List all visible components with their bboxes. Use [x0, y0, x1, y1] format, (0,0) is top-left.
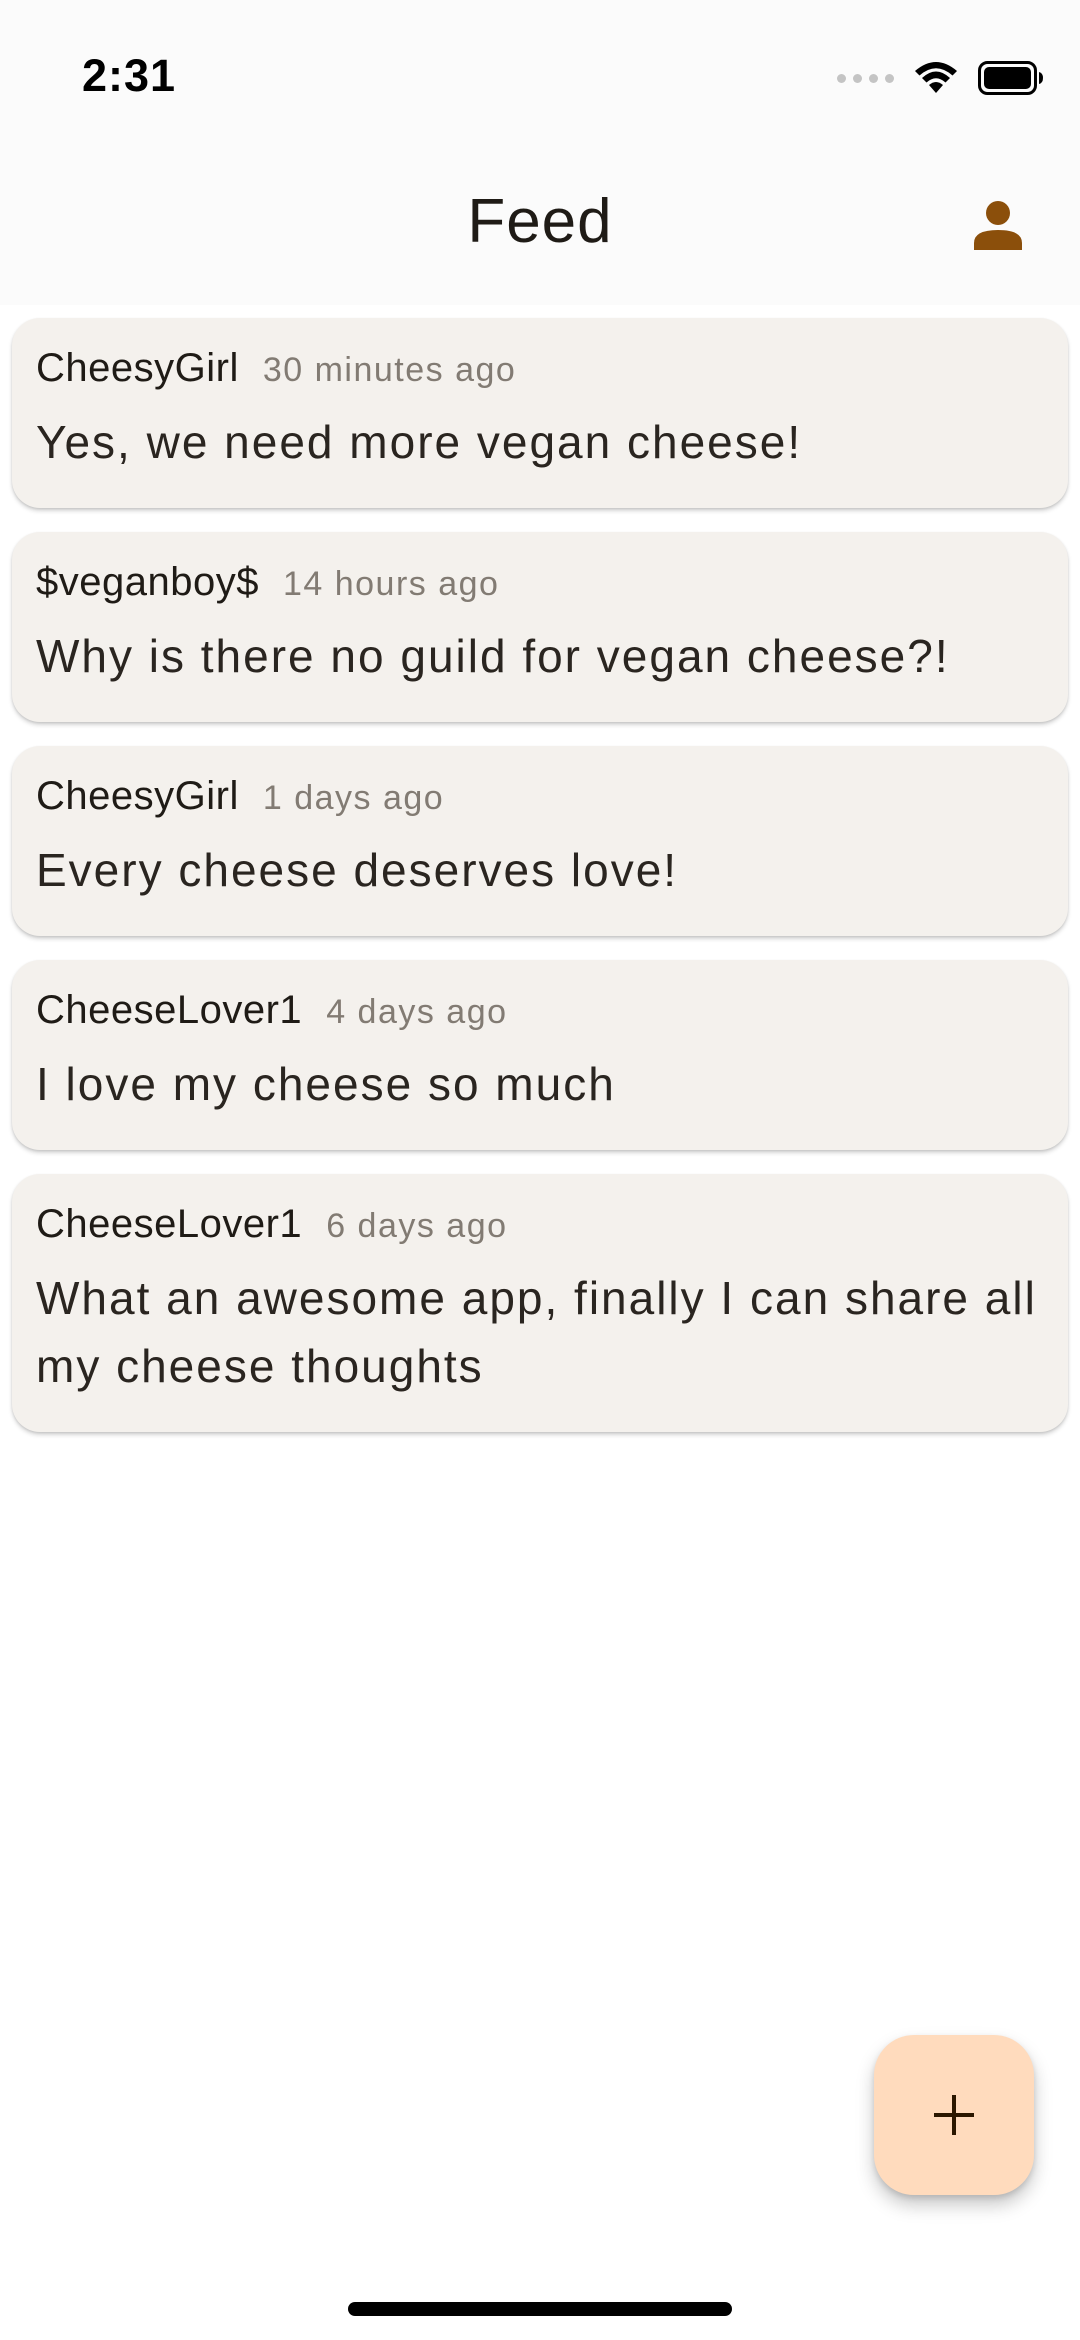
plus-icon	[934, 2095, 974, 2135]
post-time: 1 days ago	[262, 779, 445, 817]
post-card[interactable]: CheeseLover1 6 days ago What an awesome …	[12, 1174, 1068, 1432]
feed-list: CheesyGirl 30 minutes ago Yes, we need m…	[12, 318, 1068, 1456]
post-content: I love my cheese so much	[36, 1058, 616, 1110]
status-time: 2:31	[82, 50, 177, 101]
new-post-button[interactable]	[874, 2035, 1034, 2195]
page-title: Feed	[467, 187, 613, 256]
status-icons	[837, 58, 1044, 98]
post-card[interactable]: CheeseLover1 4 days ago I love my cheese…	[12, 960, 1068, 1150]
post-time: 30 minutes ago	[262, 351, 517, 389]
wifi-icon	[915, 62, 957, 93]
post-content: What an awesome app, finally I can share…	[36, 1272, 1037, 1392]
post-author: CheeseLover1	[36, 988, 303, 1032]
battery-icon	[978, 61, 1043, 95]
header: 2:31 Feed	[0, 0, 1080, 305]
profile-button[interactable]	[962, 190, 1034, 262]
cellular-signal-icon	[837, 73, 894, 83]
home-indicator[interactable]	[348, 2302, 732, 2316]
post-card[interactable]: CheesyGirl 30 minutes ago Yes, we need m…	[12, 318, 1068, 508]
post-content: Why is there no guild for vegan cheese?!	[36, 630, 950, 682]
post-time: 14 hours ago	[282, 565, 500, 603]
post-content: Yes, we need more vegan cheese!	[36, 416, 803, 468]
feed-screen: 2:31 Feed CheesyGirl 30 minutes ago Yes,…	[0, 0, 1080, 2340]
post-author: CheeseLover1	[36, 1202, 303, 1246]
post-time: 6 days ago	[326, 1207, 508, 1245]
post-content: Every cheese deserves love!	[36, 844, 679, 896]
post-card[interactable]: $veganboy$ 14 hours ago Why is there no …	[12, 532, 1068, 722]
post-card[interactable]: CheesyGirl 1 days ago Every cheese deser…	[12, 746, 1068, 936]
person-icon	[974, 201, 1022, 250]
post-author: CheesyGirl	[36, 346, 239, 390]
post-author: CheesyGirl	[36, 774, 239, 818]
post-time: 4 days ago	[326, 993, 508, 1031]
post-author: $veganboy$	[36, 560, 259, 604]
